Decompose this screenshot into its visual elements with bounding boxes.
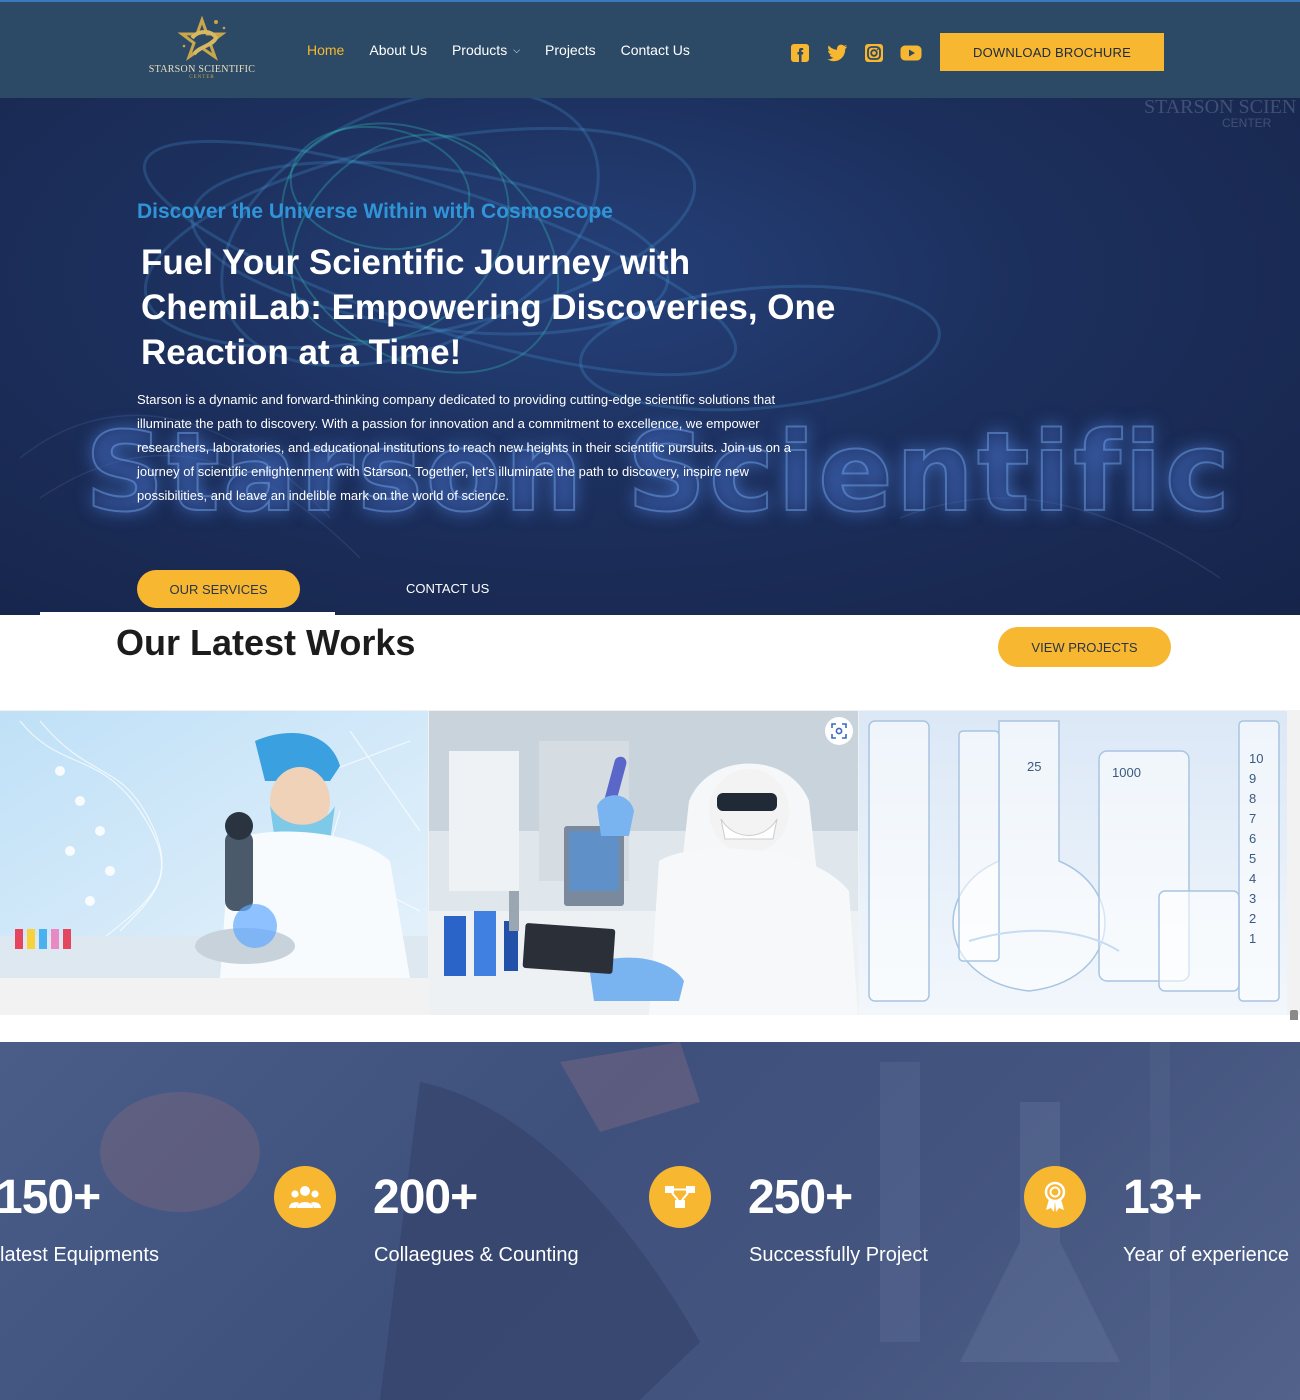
contact-us-link[interactable]: CONTACT US — [406, 581, 489, 596]
hero-logo-watermark: STARSON SCIEN — [1144, 98, 1297, 118]
nav-item-about[interactable]: About Us — [369, 42, 427, 58]
stat-label-experience: Year of experience — [1123, 1244, 1290, 1266]
zoom-icon — [831, 723, 847, 739]
award-icon — [1024, 1166, 1086, 1228]
nav-item-contact[interactable]: Contact Us — [621, 42, 690, 58]
site-logo[interactable]: STARSON SCIENTIFIC CENTER — [142, 16, 262, 86]
svg-text:4: 4 — [1249, 871, 1256, 886]
hero-divider — [40, 612, 335, 615]
svg-text:25: 25 — [1027, 759, 1041, 774]
hero-title: Fuel Your Scientific Journey with ChemiL… — [141, 243, 836, 372]
youtube-icon[interactable] — [900, 42, 922, 64]
star-logo-icon — [177, 16, 227, 61]
logo-subtitle: CENTER — [189, 75, 215, 80]
hero-logo-watermark-sub: CENTER — [1222, 116, 1272, 130]
stat-label-equipments: latest Equipments — [0, 1244, 159, 1266]
instagram-icon[interactable] — [863, 42, 885, 64]
svg-text:10: 10 — [1249, 751, 1263, 766]
facebook-icon[interactable] — [789, 42, 811, 64]
stat-number-equipments: 150+ — [0, 1171, 101, 1224]
site-header: STARSON SCIENTIFIC CENTER Home About Us … — [0, 0, 1300, 98]
svg-text:1000: 1000 — [1112, 765, 1141, 780]
svg-text:2: 2 — [1249, 911, 1256, 926]
nav-item-products-label: Products — [451, 42, 508, 58]
stat-label-projects: Successfully Project — [749, 1244, 928, 1266]
scientist-test-tube-image[interactable] — [429, 711, 858, 1015]
stat-number-experience: 13+ — [1123, 1171, 1202, 1224]
svg-text:3: 3 — [1249, 891, 1256, 906]
main-nav: Home About Us Products ⌵ Projects Contact… — [307, 42, 715, 58]
nav-item-home[interactable]: Home — [307, 42, 344, 58]
stats-background-image — [100, 1042, 1170, 1400]
lab-glassware-image[interactable]: 1000 25 10 9 8 7 6 5 4 3 2 1 — [859, 711, 1287, 1015]
stats-section: 150+ latest Equipments 200+ Collaegues &… — [0, 1042, 1300, 1400]
stat-label-colleagues: Collaegues & Counting — [374, 1244, 579, 1266]
logo-name: STARSON SCIENTIFIC — [148, 64, 256, 75]
svg-text:9: 9 — [1249, 771, 1256, 786]
image-zoom-button[interactable] — [825, 717, 853, 745]
nav-item-products[interactable]: Products ⌵ — [452, 42, 520, 58]
nav-item-projects[interactable]: Projects — [545, 42, 596, 58]
users-icon — [274, 1166, 336, 1228]
hero-section: Starson Scientific STARSON SCIEN CENTER … — [0, 98, 1300, 615]
social-links — [789, 42, 922, 64]
twitter-icon[interactable] — [826, 42, 848, 64]
svg-text:8: 8 — [1249, 791, 1256, 806]
download-brochure-button[interactable]: DOWNLOAD BROCHURE — [940, 33, 1164, 71]
our-services-button[interactable]: OUR SERVICES — [137, 570, 300, 608]
svg-text:1: 1 — [1249, 931, 1256, 946]
svg-text:5: 5 — [1249, 851, 1256, 866]
hero-description: Starson is a dynamic and forward-thinkin… — [137, 392, 791, 503]
gallery-scrollbar[interactable] — [1290, 1010, 1298, 1020]
svg-text:6: 6 — [1249, 831, 1256, 846]
hero-kicker: Discover the Universe Within with Cosmos… — [137, 200, 613, 223]
stat-number-colleagues: 200+ — [373, 1171, 478, 1224]
project-icon — [649, 1166, 711, 1228]
scientist-microscope-image[interactable] — [0, 711, 428, 978]
chevron-down-icon: ⌵ — [513, 45, 521, 55]
stat-number-projects: 250+ — [748, 1171, 853, 1224]
svg-text:7: 7 — [1249, 811, 1256, 826]
latest-works-title: Our Latest Works — [116, 622, 416, 663]
view-projects-button[interactable]: VIEW PROJECTS — [998, 627, 1171, 667]
